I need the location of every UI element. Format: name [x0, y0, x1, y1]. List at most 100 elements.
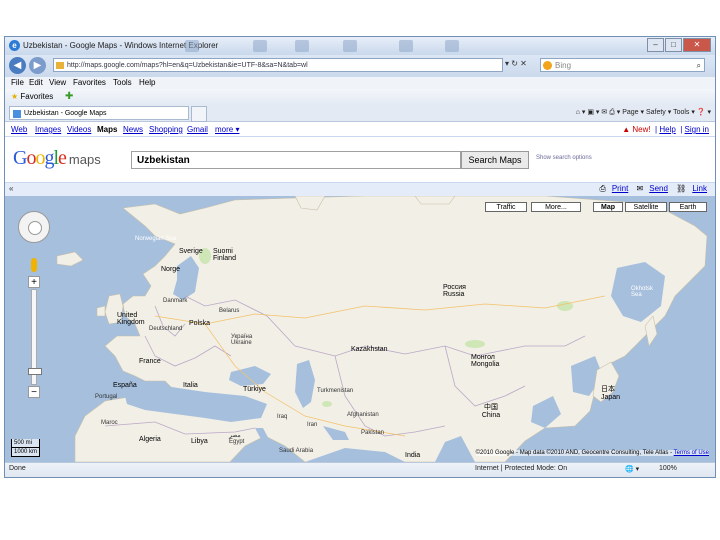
map-label: India: [405, 452, 421, 459]
favorites-button[interactable]: ★ Favorites: [11, 92, 53, 101]
map-label: Norge: [161, 266, 181, 273]
minimize-button[interactable]: –: [647, 38, 664, 52]
more-button[interactable]: More...: [531, 202, 581, 212]
map-label: France: [139, 358, 161, 365]
scale-bar: 500 mi 1000 km: [11, 439, 41, 457]
new-badge: ▲: [622, 125, 633, 134]
page-icon: [56, 62, 64, 69]
menu-view[interactable]: View: [49, 78, 66, 87]
satellite-view-button[interactable]: Satellite: [625, 202, 667, 212]
favorites-label: Favorites: [20, 92, 54, 101]
logo-suffix: maps: [68, 152, 101, 167]
nav-more[interactable]: more ▾: [215, 125, 239, 134]
collapse-panel-button[interactable]: «: [9, 184, 13, 193]
print-link[interactable]: Print: [612, 184, 628, 193]
tab-uzbekistan[interactable]: Uzbekistan - Google Maps: [9, 106, 189, 120]
search-maps-button[interactable]: Search Maps: [461, 151, 529, 169]
status-bar: Done Internet | Protected Mode: On 🌐 ▾ 1…: [5, 462, 715, 477]
maps-search-input[interactable]: Uzbekistan: [131, 151, 461, 169]
map-label: Turkmenistan: [317, 388, 354, 394]
send-link[interactable]: Send: [649, 184, 668, 193]
map-label: United Kingdom: [117, 312, 145, 326]
google-nav: Web Images Videos Maps News Shopping Gma…: [5, 122, 715, 137]
print-icon: ⎙: [599, 184, 606, 193]
map-label: Algeria: [139, 436, 161, 443]
send-icon: ✉: [636, 184, 644, 193]
map-label: 日本 Japan: [601, 386, 621, 401]
tab-bar: Uzbekistan - Google Maps ⌂ ▾ ▣ ▾ ✉ ⎙ ▾ P…: [5, 105, 715, 122]
maximize-button[interactable]: □: [665, 38, 682, 52]
nav-images[interactable]: Images: [35, 125, 61, 134]
nav-videos[interactable]: Videos: [67, 125, 91, 134]
status-text: Done: [9, 465, 26, 472]
nav-news[interactable]: News: [123, 125, 143, 134]
address-bar-row: ◀ ▶ http://maps.google.com/maps?hl=en&q=…: [5, 55, 715, 77]
back-button[interactable]: ◀: [9, 57, 26, 74]
menu-favorites[interactable]: Favorites: [73, 78, 106, 87]
menu-file[interactable]: File: [11, 78, 24, 87]
map-view-button[interactable]: Map: [593, 202, 623, 212]
security-zone[interactable]: Internet | Protected Mode: On: [475, 465, 567, 472]
map-label: Okhotsk Sea: [631, 286, 654, 298]
star-icon: ★: [11, 92, 19, 101]
show-search-options-link[interactable]: Show search options: [536, 155, 592, 161]
tab-label: Uzbekistan - Google Maps: [24, 110, 107, 117]
address-controls[interactable]: ▾ ↻ ✕: [505, 59, 527, 68]
nav-web[interactable]: Web: [11, 125, 27, 134]
menu-help[interactable]: Help: [139, 78, 155, 87]
map-label: Norwegian Sea: [135, 236, 177, 242]
map-label: Монгол Mongolia: [471, 354, 500, 368]
map-label: Suomi Finland: [213, 248, 236, 262]
map-label: Danmark: [163, 298, 188, 304]
map-label: Italia: [183, 382, 198, 389]
map-copyright: ©2010 Google - Map data ©2010 AND, Geoce…: [475, 450, 709, 456]
browser-window: e Uzbekistan - Google Maps - Windows Int…: [4, 36, 716, 478]
google-maps-logo[interactable]: Google maps: [13, 147, 101, 170]
link-link[interactable]: Link: [692, 184, 707, 193]
map-label: Deutschland: [149, 326, 183, 332]
map-label: Россия Russia: [443, 284, 466, 298]
link-icon: ⛓: [676, 184, 687, 193]
search-field[interactable]: Bing ⌕: [540, 58, 705, 72]
map-label: 中国 China: [481, 404, 501, 419]
street-view-pegman-icon[interactable]: [31, 258, 37, 272]
menu-edit[interactable]: Edit: [29, 78, 43, 87]
zoom-in-button[interactable]: +: [28, 276, 40, 288]
traffic-button[interactable]: Traffic: [485, 202, 527, 212]
ghost-icon: [253, 40, 267, 52]
address-url: http://maps.google.com/maps?hl=en&q=Uzbe…: [67, 62, 308, 69]
nav-gmail[interactable]: Gmail: [187, 125, 208, 134]
terms-link[interactable]: Terms of Use: [674, 450, 709, 456]
copyright-text: ©2010 Google - Map data ©2010 AND, Geoce…: [475, 450, 674, 456]
nav-maps: Maps: [97, 125, 118, 134]
search-icon[interactable]: ⌕: [697, 59, 701, 73]
add-favorite-icon[interactable]: ✚: [65, 91, 73, 102]
earth-view-button[interactable]: Earth: [669, 202, 707, 212]
map-canvas[interactable]: Norwegian Sea Sverige Suomi Finland Norg…: [5, 196, 715, 462]
new-link[interactable]: New!: [632, 125, 650, 134]
ghost-icon: [185, 40, 199, 52]
close-button[interactable]: ✕: [683, 38, 711, 52]
favorites-bar: ★ Favorites ✚: [5, 89, 715, 105]
map-label: Kazakhstan: [351, 346, 388, 353]
command-bar[interactable]: ⌂ ▾ ▣ ▾ ✉ ⎙ ▾ Page ▾ Safety ▾ Tools ▾ ❓ …: [576, 108, 711, 117]
new-tab-button[interactable]: [191, 106, 207, 122]
address-field[interactable]: http://maps.google.com/maps?hl=en&q=Uzbe…: [53, 58, 503, 72]
menu-tools[interactable]: Tools: [113, 78, 132, 87]
pan-control[interactable]: [18, 211, 50, 243]
zoom-level[interactable]: 100%: [659, 465, 677, 472]
zoom-out-button[interactable]: −: [28, 386, 40, 398]
forward-button[interactable]: ▶: [29, 57, 46, 74]
ghost-icon: [343, 40, 357, 52]
zoom-slider-thumb[interactable]: [28, 368, 42, 375]
nav-shopping[interactable]: Shopping: [149, 125, 183, 134]
ghost-icon: [295, 40, 309, 52]
zone-icons: 🌐 ▾: [625, 466, 640, 473]
pan-center-icon[interactable]: [28, 221, 42, 235]
bing-icon: [543, 61, 552, 70]
ghost-icon: [399, 40, 413, 52]
help-link[interactable]: Help: [659, 125, 675, 134]
ie-logo-icon: e: [9, 40, 20, 51]
ghost-icon: [445, 40, 459, 52]
signin-link[interactable]: Sign in: [685, 125, 709, 134]
